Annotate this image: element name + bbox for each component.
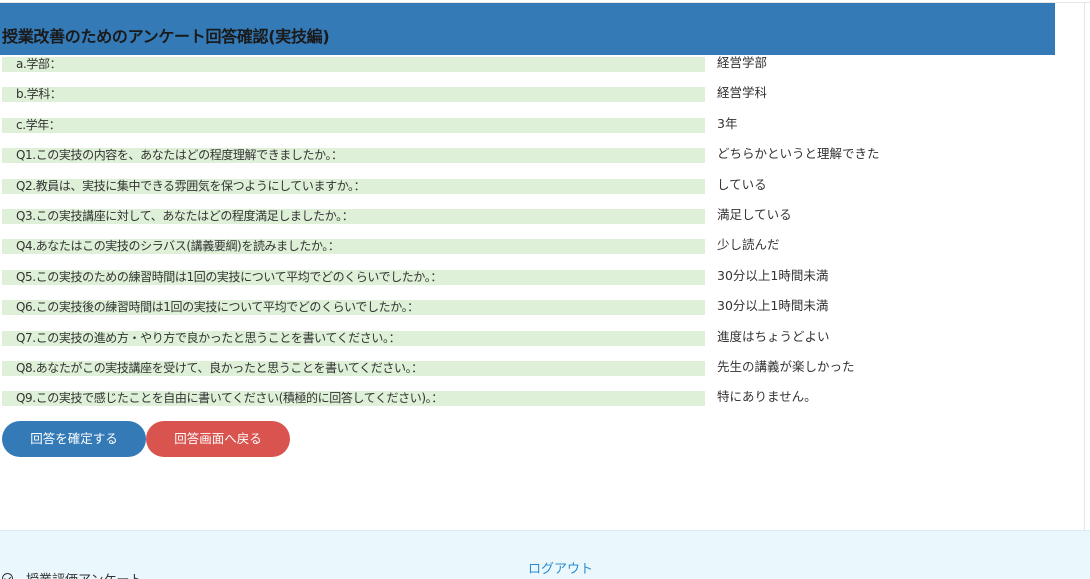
answer-label: b.学科： [2,87,705,103]
back-to-answer-button[interactable]: 回答画面へ戻る [146,421,290,457]
answer-row-faculty: a.学部： 経営学部 [0,55,1055,85]
answer-label: Q5.この実技のための練習時間は1回の実技について平均でどのくらいでしたか。： [2,269,705,285]
nav-item-label: 授業評価アンケート [26,569,142,579]
answer-label: Q7.この実技の進め方・やり方で良かったと思うことを書いてください。： [2,330,705,346]
survey-confirmation-page: 授業改善のためのアンケート回答確認(実技編) a.学部： 経営学部 b.学科： … [0,0,1090,579]
answer-label: Q4.あなたはこの実技のシラバス(講義要綱)を読みましたか。： [2,239,705,255]
answer-row-q6: Q6.この実技後の練習時間は1回の実技について平均でどのくらいでしたか。： 30… [0,298,1055,328]
answer-label: Q6.この実技後の練習時間は1回の実技について平均でどのくらいでしたか。： [2,300,705,316]
answer-value: 3年 [717,115,738,131]
answer-row-q4: Q4.あなたはこの実技のシラバス(講義要綱)を読みましたか。： 少し読んだ [0,237,1055,267]
answer-value: 30分以上1時間未満 [717,298,829,314]
answer-row-q5: Q5.この実技のための練習時間は1回の実技について平均でどのくらいでしたか。： … [0,268,1055,298]
page-header: 授業改善のためのアンケート回答確認(実技編) [0,3,1055,55]
answer-label: c.学年： [2,117,705,133]
answer-value: 30分以上1時間未満 [717,267,829,283]
answer-value: 経営学科 [717,85,768,101]
logout-link[interactable]: ログアウト [528,558,593,577]
answer-label: Q1.この実技の内容を、あなたはどの程度理解できましたか。： [2,148,705,164]
answer-value: 先生の講義が楽しかった [717,358,855,374]
answer-row-q1: Q1.この実技の内容を、あなたはどの程度理解できましたか。： どちらかというと理… [0,146,1055,176]
answer-row-q8: Q8.あなたがこの実技講座を受けて、良かったと思うことを書いてください。： 先生… [0,359,1055,389]
confirm-answers-button[interactable]: 回答を確定する [2,421,146,457]
circle-check-icon [2,573,13,579]
page-title: 授業改善のためのアンケート回答確認(実技編) [2,27,330,46]
answer-value: 進度はちょうどよい [717,328,830,344]
right-divider [1084,2,1085,530]
answer-row-q9: Q9.この実技で感じたことを自由に書いてください(積極的に回答してください)。：… [0,389,1055,419]
answer-label: Q2.教員は、実技に集中できる雰囲気を保つようにしていますか。： [2,178,705,194]
answer-value: 経営学部 [717,55,768,70]
answer-value: 少し読んだ [717,237,780,253]
answer-value: 特にありません。 [717,389,817,405]
answer-value: 満足している [717,206,792,222]
footer: ログアウト 授業評価アンケート [0,530,1090,579]
answer-list: a.学部： 経営学部 b.学科： 経営学科 c.学年： 3年 Q1.この実技の内… [0,55,1055,420]
answer-value: どちらかというと理解できた [717,146,880,162]
answer-label: a.学部： [2,57,705,72]
answer-value: している [717,176,767,192]
nav-item-survey[interactable]: 授業評価アンケート [2,569,142,579]
answer-row-q7: Q7.この実技の進め方・やり方で良かったと思うことを書いてください。： 進度はち… [0,329,1055,359]
answer-row-grade: c.学年： 3年 [0,116,1055,146]
answer-label: Q9.この実技で感じたことを自由に書いてください(積極的に回答してください)。： [2,391,705,407]
answer-label: Q3.この実技講座に対して、あなたはどの程度満足しましたか。： [2,208,705,224]
answer-label: Q8.あなたがこの実技講座を受けて、良かったと思うことを書いてください。： [2,360,705,376]
answer-row-q2: Q2.教員は、実技に集中できる雰囲気を保つようにしていますか。： している [0,177,1055,207]
answer-row-q3: Q3.この実技講座に対して、あなたはどの程度満足しましたか。： 満足している [0,207,1055,237]
answer-row-department: b.学科： 経営学科 [0,85,1055,115]
